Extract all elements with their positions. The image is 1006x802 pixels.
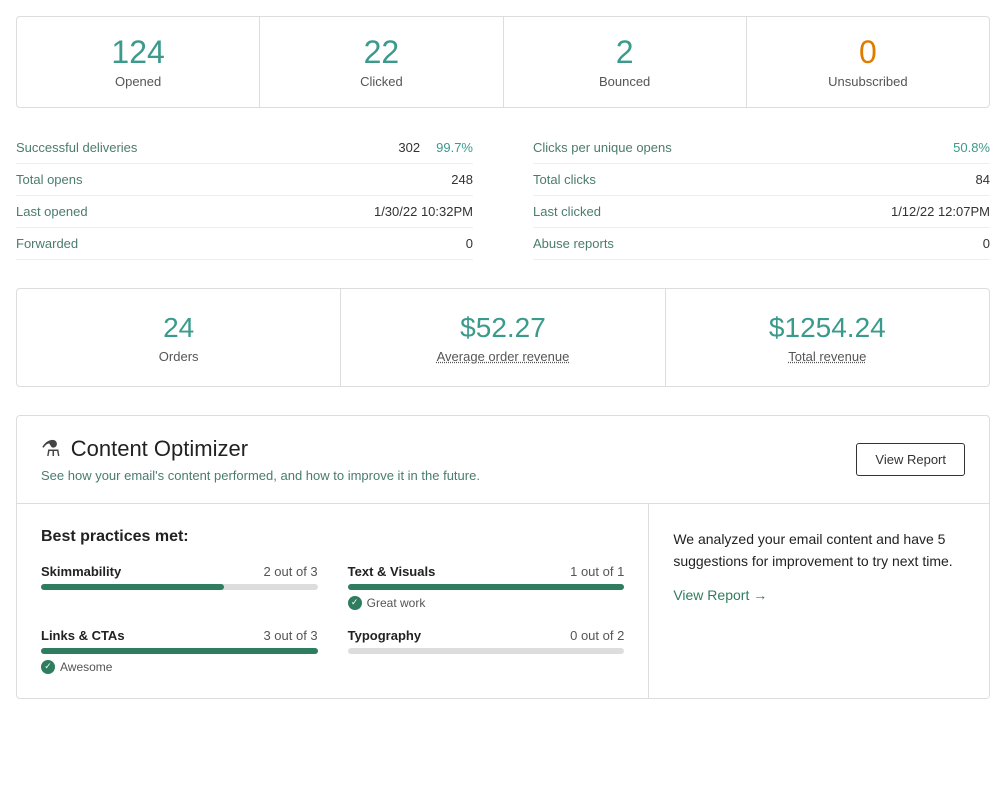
- metric-row: Total clicks 84: [533, 164, 990, 196]
- metric-label: Last opened: [16, 204, 88, 219]
- metric-value: 50.8%: [953, 140, 990, 155]
- metric-value: 1/12/22 12:07PM: [891, 204, 990, 219]
- metric-row: Total opens 248: [16, 164, 473, 196]
- revenue-total: $1254.24 Total revenue: [666, 289, 989, 386]
- revenue-orders: 24 Orders: [17, 289, 341, 386]
- practice-name: Links & CTAs: [41, 628, 125, 643]
- stat-unsubscribed: 0 Unsubscribed: [747, 17, 989, 107]
- practice-score: 2 out of 3: [263, 564, 317, 579]
- practice-score: 1 out of 1: [570, 564, 624, 579]
- stat-clicked: 22 Clicked: [260, 17, 503, 107]
- metric-row: Clicks per unique opens 50.8%: [533, 132, 990, 164]
- metric-label: Total clicks: [533, 172, 596, 187]
- progress-bar-fill: [41, 648, 318, 654]
- check-icon: ✓: [41, 660, 55, 674]
- badge-label: Awesome: [60, 660, 112, 674]
- suggestions-panel: We analyzed your email content and have …: [649, 504, 989, 698]
- metrics-right: Clicks per unique opens 50.8% Total clic…: [513, 132, 990, 260]
- metric-value: 1/30/22 10:32PM: [374, 204, 473, 219]
- metric-label: Successful deliveries: [16, 140, 137, 155]
- content-optimizer-section: ⚗ Content Optimizer See how your email's…: [16, 415, 990, 699]
- clicked-label: Clicked: [272, 74, 490, 89]
- stats-row: 124 Opened 22 Clicked 2 Bounced 0 Unsubs…: [16, 16, 990, 108]
- practice-links-ctas: Links & CTAs 3 out of 3 ✓ Awesome: [41, 628, 318, 674]
- suggestions-text: We analyzed your email content and have …: [673, 528, 965, 573]
- practice-name: Typography: [348, 628, 421, 643]
- metric-value: 0: [983, 236, 990, 251]
- clicked-number: 22: [272, 35, 490, 70]
- practices-grid: Skimmability 2 out of 3 Text & Visuals 1…: [41, 564, 624, 674]
- optimizer-header: ⚗ Content Optimizer See how your email's…: [17, 416, 989, 504]
- metric-row: Forwarded 0: [16, 228, 473, 260]
- metric-label: Forwarded: [16, 236, 78, 251]
- badge-label: Great work: [367, 596, 426, 610]
- progress-bar-bg: [41, 584, 318, 590]
- metrics-section: Successful deliveries 302 99.7% Total op…: [16, 132, 990, 260]
- metric-label: Clicks per unique opens: [533, 140, 672, 155]
- bounced-label: Bounced: [516, 74, 734, 89]
- metric-row: Last opened 1/30/22 10:32PM: [16, 196, 473, 228]
- metric-label: Total opens: [16, 172, 83, 187]
- metric-row: Abuse reports 0: [533, 228, 990, 260]
- metric-row: Last clicked 1/12/22 12:07PM: [533, 196, 990, 228]
- optimizer-title: Content Optimizer: [71, 436, 248, 462]
- view-report-link[interactable]: View Report →: [673, 587, 767, 603]
- unsubscribed-number: 0: [759, 35, 977, 70]
- metric-label: Abuse reports: [533, 236, 614, 251]
- metric-value: 248: [451, 172, 473, 187]
- practices-section: Best practices met: Skimmability 2 out o…: [17, 504, 649, 698]
- metric-value: 84: [976, 172, 990, 187]
- orders-number: 24: [29, 311, 328, 345]
- practice-score: 0 out of 2: [570, 628, 624, 643]
- practice-name: Text & Visuals: [348, 564, 436, 579]
- optimizer-title-row: ⚗ Content Optimizer: [41, 436, 480, 462]
- opened-label: Opened: [29, 74, 247, 89]
- practice-text-visuals: Text & Visuals 1 out of 1 ✓ Great work: [348, 564, 625, 610]
- revenue-avg: $52.27 Average order revenue: [341, 289, 665, 386]
- optimizer-title-area: ⚗ Content Optimizer See how your email's…: [41, 436, 480, 483]
- practice-header: Typography 0 out of 2: [348, 628, 625, 643]
- practice-skimmability: Skimmability 2 out of 3: [41, 564, 318, 610]
- practice-badge: ✓ Great work: [348, 596, 625, 610]
- practice-typography: Typography 0 out of 2: [348, 628, 625, 674]
- progress-bar-fill: [41, 584, 224, 590]
- stat-bounced: 2 Bounced: [504, 17, 747, 107]
- practice-header: Links & CTAs 3 out of 3: [41, 628, 318, 643]
- metric-value: 0: [466, 236, 473, 251]
- avg-revenue-number: $52.27: [353, 311, 652, 345]
- practice-header: Skimmability 2 out of 3: [41, 564, 318, 579]
- total-revenue-number: $1254.24: [678, 311, 977, 345]
- practices-title: Best practices met:: [41, 528, 624, 546]
- optimizer-subtitle: See how your email's content performed, …: [41, 468, 480, 483]
- orders-label: Orders: [29, 349, 328, 364]
- practice-score: 3 out of 3: [263, 628, 317, 643]
- bounced-number: 2: [516, 35, 734, 70]
- progress-bar-fill: [348, 584, 625, 590]
- practice-name: Skimmability: [41, 564, 121, 579]
- check-icon: ✓: [348, 596, 362, 610]
- stat-opened: 124 Opened: [17, 17, 260, 107]
- progress-bar-bg: [348, 648, 625, 654]
- opened-number: 124: [29, 35, 247, 70]
- practice-header: Text & Visuals 1 out of 1: [348, 564, 625, 579]
- optimizer-body: Best practices met: Skimmability 2 out o…: [17, 504, 989, 698]
- practice-badge: ✓ Awesome: [41, 660, 318, 674]
- metric-label: Last clicked: [533, 204, 601, 219]
- metric-row: Successful deliveries 302 99.7%: [16, 132, 473, 164]
- flask-icon: ⚗: [41, 436, 61, 462]
- progress-bar-bg: [348, 584, 625, 590]
- metric-value2: 99.7%: [436, 140, 473, 155]
- total-revenue-label: Total revenue: [678, 349, 977, 364]
- revenue-row: 24 Orders $52.27 Average order revenue $…: [16, 288, 990, 387]
- metric-value: 302: [398, 140, 420, 155]
- unsubscribed-label: Unsubscribed: [759, 74, 977, 89]
- view-report-button[interactable]: View Report: [856, 443, 965, 476]
- progress-bar-bg: [41, 648, 318, 654]
- avg-revenue-label: Average order revenue: [353, 349, 652, 364]
- metrics-left: Successful deliveries 302 99.7% Total op…: [16, 132, 513, 260]
